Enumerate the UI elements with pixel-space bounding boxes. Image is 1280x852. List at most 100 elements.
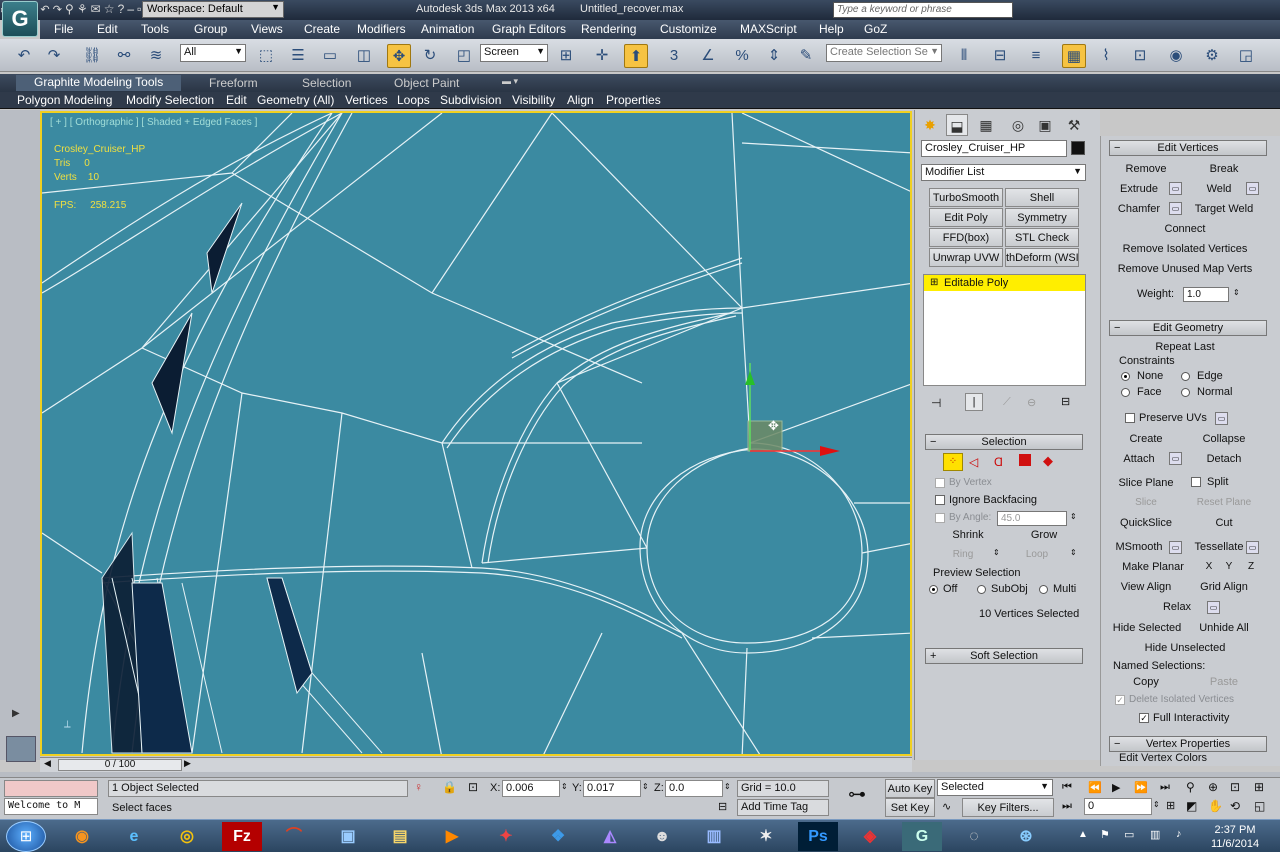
time-slider[interactable]: ◀ 0 / 100 ▶	[40, 757, 912, 772]
polygon-mode-icon[interactable]	[1019, 454, 1031, 466]
object-name-field[interactable]: Crosley_Cruiser_HP	[921, 140, 1067, 157]
set-key-icon[interactable]: ⊶	[848, 784, 866, 805]
soft-selection-rollout-header[interactable]: + Soft Selection	[925, 648, 1083, 664]
goto-end-icon[interactable]: ⏭	[1160, 781, 1170, 794]
minimize-button[interactable]: –	[127, 2, 134, 16]
stack-item-editable-poly[interactable]: ⊞ Editable Poly	[924, 275, 1085, 291]
menu-group[interactable]: Group	[194, 22, 227, 36]
app-icon[interactable]: ✦	[486, 822, 526, 851]
constraint-edge-radio[interactable]	[1181, 372, 1190, 381]
attach-list-icon[interactable]: ▭	[1169, 452, 1182, 465]
auto-key-button[interactable]: Auto Key	[885, 779, 935, 798]
by-angle-checkbox[interactable]	[935, 513, 945, 523]
select-object-icon[interactable]: ⬚	[254, 44, 278, 68]
tessellate-settings-icon[interactable]: ▭	[1246, 541, 1259, 554]
snaps-toggle-icon[interactable]: 3	[662, 44, 686, 68]
app-icon[interactable]: ◌	[954, 822, 994, 851]
panel-vertices[interactable]: Vertices	[345, 93, 388, 107]
planar-x-button[interactable]: X	[1201, 558, 1217, 577]
modify-tab-icon[interactable]: ⬓	[946, 114, 968, 136]
hide-selected-button[interactable]: Hide Selected	[1111, 619, 1183, 638]
edit-geometry-rollout-header[interactable]: − Edit Geometry	[1109, 320, 1267, 336]
app-logo-icon[interactable]: G	[2, 1, 38, 37]
redo-icon[interactable]: ↷	[42, 44, 66, 68]
menu-views[interactable]: Views	[251, 22, 283, 36]
tray-app-icon[interactable]: ▭	[1124, 828, 1134, 841]
relax-settings-icon[interactable]: ▭	[1207, 601, 1220, 614]
connect-button[interactable]: Connect	[1113, 220, 1257, 239]
preview-multi-radio[interactable]	[1039, 585, 1048, 594]
time-slider-thumb[interactable]: 0 / 100	[58, 759, 182, 771]
menu-create[interactable]: Create	[304, 22, 340, 36]
chamfer-button[interactable]: Chamfer	[1111, 200, 1167, 219]
undo-icon[interactable]: ↶	[12, 44, 36, 68]
selection-rollout-header[interactable]: − Selection	[925, 434, 1083, 450]
next-key-icon[interactable]: ⏩	[1134, 781, 1148, 794]
explorer-icon[interactable]: ▤	[380, 822, 420, 851]
viewport-label[interactable]: [ + ] [ Orthographic ] [ Shaded + Edged …	[50, 117, 257, 128]
zoom-all-icon[interactable]: ⊕	[1208, 780, 1218, 794]
msmooth-settings-icon[interactable]: ▭	[1169, 541, 1182, 554]
panel-edit[interactable]: Edit	[226, 93, 247, 107]
hierarchy-tab-icon[interactable]: ▦	[975, 114, 997, 136]
3dsmax-icon[interactable]: G	[902, 822, 942, 851]
configure-modifier-sets-icon[interactable]: ⊟	[1061, 395, 1070, 408]
weight-spinner[interactable]: 1.0	[1183, 287, 1229, 302]
absolute-mode-icon[interactable]: ⊡	[468, 780, 478, 794]
window-crossing-icon[interactable]: ◫	[352, 44, 376, 68]
firefox-icon[interactable]: ◉	[62, 822, 102, 851]
select-by-name-icon[interactable]: ☰	[286, 44, 310, 68]
named-selection-dropdown[interactable]: Create Selection Se ▼	[826, 44, 942, 62]
app-icon[interactable]: ◈	[850, 822, 890, 851]
workspace-dropdown[interactable]: Workspace: Default ▼	[142, 1, 284, 18]
current-frame-field[interactable]: 0	[1084, 798, 1152, 815]
dropbox-icon[interactable]: ❖	[538, 822, 578, 851]
previous-key-icon[interactable]: ⏪	[1088, 781, 1102, 794]
panel-loops[interactable]: Loops	[397, 93, 430, 107]
binoculars-icon[interactable]: ⚲	[65, 2, 74, 16]
viewport-orthographic[interactable]: ✥ [ + ] [ Orthographic ] [ Shaded + Edge…	[40, 111, 912, 756]
remove-button[interactable]: Remove	[1113, 160, 1179, 179]
menu-help[interactable]: Help	[819, 22, 844, 36]
angle-spinner[interactable]: 45.0	[997, 511, 1067, 526]
attach-button[interactable]: Attach	[1111, 450, 1167, 469]
material-editor-icon[interactable]: ◉	[1164, 44, 1188, 68]
start-button[interactable]: ⊞	[6, 821, 46, 852]
panel-modify-selection[interactable]: Modify Selection	[126, 93, 214, 107]
isolate-selection-icon[interactable]: ♀	[414, 780, 423, 794]
flag-icon[interactable]: ⚑	[1100, 828, 1110, 841]
menu-animation[interactable]: Animation	[421, 22, 474, 36]
grid-align-button[interactable]: Grid Align	[1191, 578, 1257, 597]
symmetry-button[interactable]: Symmetry	[1005, 208, 1079, 227]
set-key-button[interactable]: Set Key	[885, 798, 935, 817]
copy-button[interactable]: Copy	[1113, 673, 1179, 692]
z-coordinate-field[interactable]: 0.0	[665, 780, 723, 797]
graphite-toggle-icon[interactable]: ▦	[1062, 44, 1086, 68]
frame-spinner-icon[interactable]: ⇕	[1153, 800, 1160, 809]
remove-unused-map-verts-button[interactable]: Remove Unused Map Verts	[1113, 260, 1257, 279]
pathdeform-button[interactable]: thDeform (WSI	[1005, 248, 1079, 267]
app-icon[interactable]: ✶	[746, 822, 786, 851]
by-vertex-checkbox[interactable]	[935, 478, 945, 488]
zoom-extents-all-icon[interactable]: ⊞	[1254, 780, 1264, 794]
app-icon[interactable]: ◭	[590, 822, 630, 851]
display-tab-icon[interactable]: ▣	[1034, 114, 1056, 136]
preview-off-radio[interactable]	[929, 585, 938, 594]
view-align-button[interactable]: View Align	[1113, 578, 1179, 597]
shell-button[interactable]: Shell	[1005, 188, 1079, 207]
grow-button[interactable]: Grow	[1007, 526, 1081, 545]
y-spinner-icon[interactable]: ⇕	[642, 782, 649, 791]
tab-selection[interactable]: Selection	[302, 76, 351, 90]
maxscript-listener-top[interactable]	[4, 780, 98, 797]
pan-icon[interactable]: ✋	[1208, 799, 1223, 813]
mirror-icon[interactable]: ⫴	[952, 44, 976, 68]
remove-isolated-vertices-button[interactable]: Remove Isolated Vertices	[1113, 240, 1257, 259]
align-icon[interactable]: ⊟	[988, 44, 1012, 68]
reference-coordinate-dropdown[interactable]: Screen ▼	[480, 44, 548, 62]
photoshop-icon[interactable]: Ps	[798, 822, 838, 851]
menu-edit[interactable]: Edit	[97, 22, 118, 36]
curve-editor-icon[interactable]: ⌇	[1094, 44, 1118, 68]
delete-isolated-checkbox[interactable]: ✓	[1115, 695, 1125, 705]
app-icon[interactable]: ☻	[642, 822, 682, 851]
pivot-center-icon[interactable]: ⊞	[554, 44, 578, 68]
